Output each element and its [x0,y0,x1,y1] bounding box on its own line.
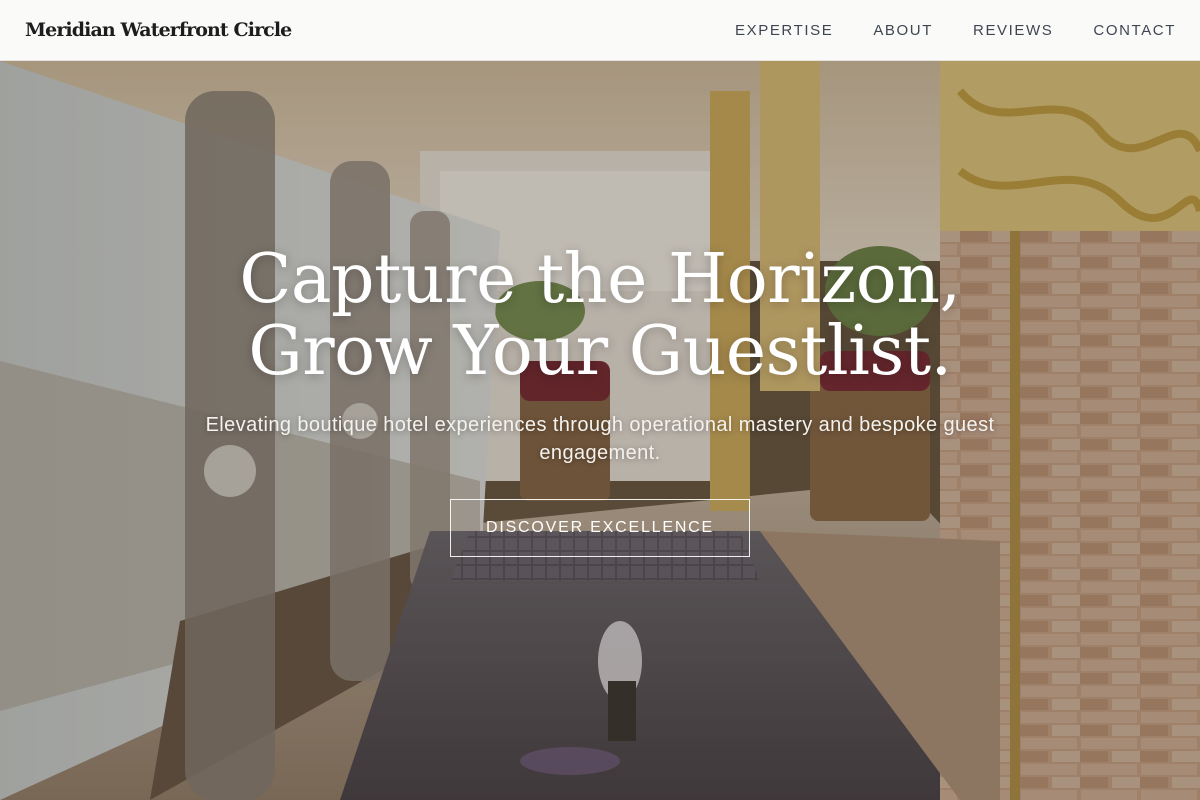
hero-headline-line2: Grow Your Guestlist. [248,312,952,391]
site-header: Meridian Waterfront Circle EXPERTISE ABO… [0,0,1200,61]
brand-logo[interactable]: Meridian Waterfront Circle [25,19,292,41]
main-nav: EXPERTISE ABOUT REVIEWS CONTACT [735,22,1176,39]
nav-link-expertise[interactable]: EXPERTISE [735,22,833,39]
nav-link-about[interactable]: ABOUT [873,22,933,39]
hero-section: Capture the Horizon, Grow Your Guestlist… [0,61,1200,800]
hero-headline-line1: Capture the Horizon, [239,240,961,319]
nav-link-reviews[interactable]: REVIEWS [973,22,1053,39]
hero-headline: Capture the Horizon, Grow Your Guestlist… [0,244,1200,388]
discover-excellence-button[interactable]: DISCOVER EXCELLENCE [450,499,750,557]
hero-content: Capture the Horizon, Grow Your Guestlist… [0,61,1200,800]
nav-link-contact[interactable]: CONTACT [1093,22,1176,39]
hero-subheadline: Elevating boutique hotel experiences thr… [205,414,995,464]
